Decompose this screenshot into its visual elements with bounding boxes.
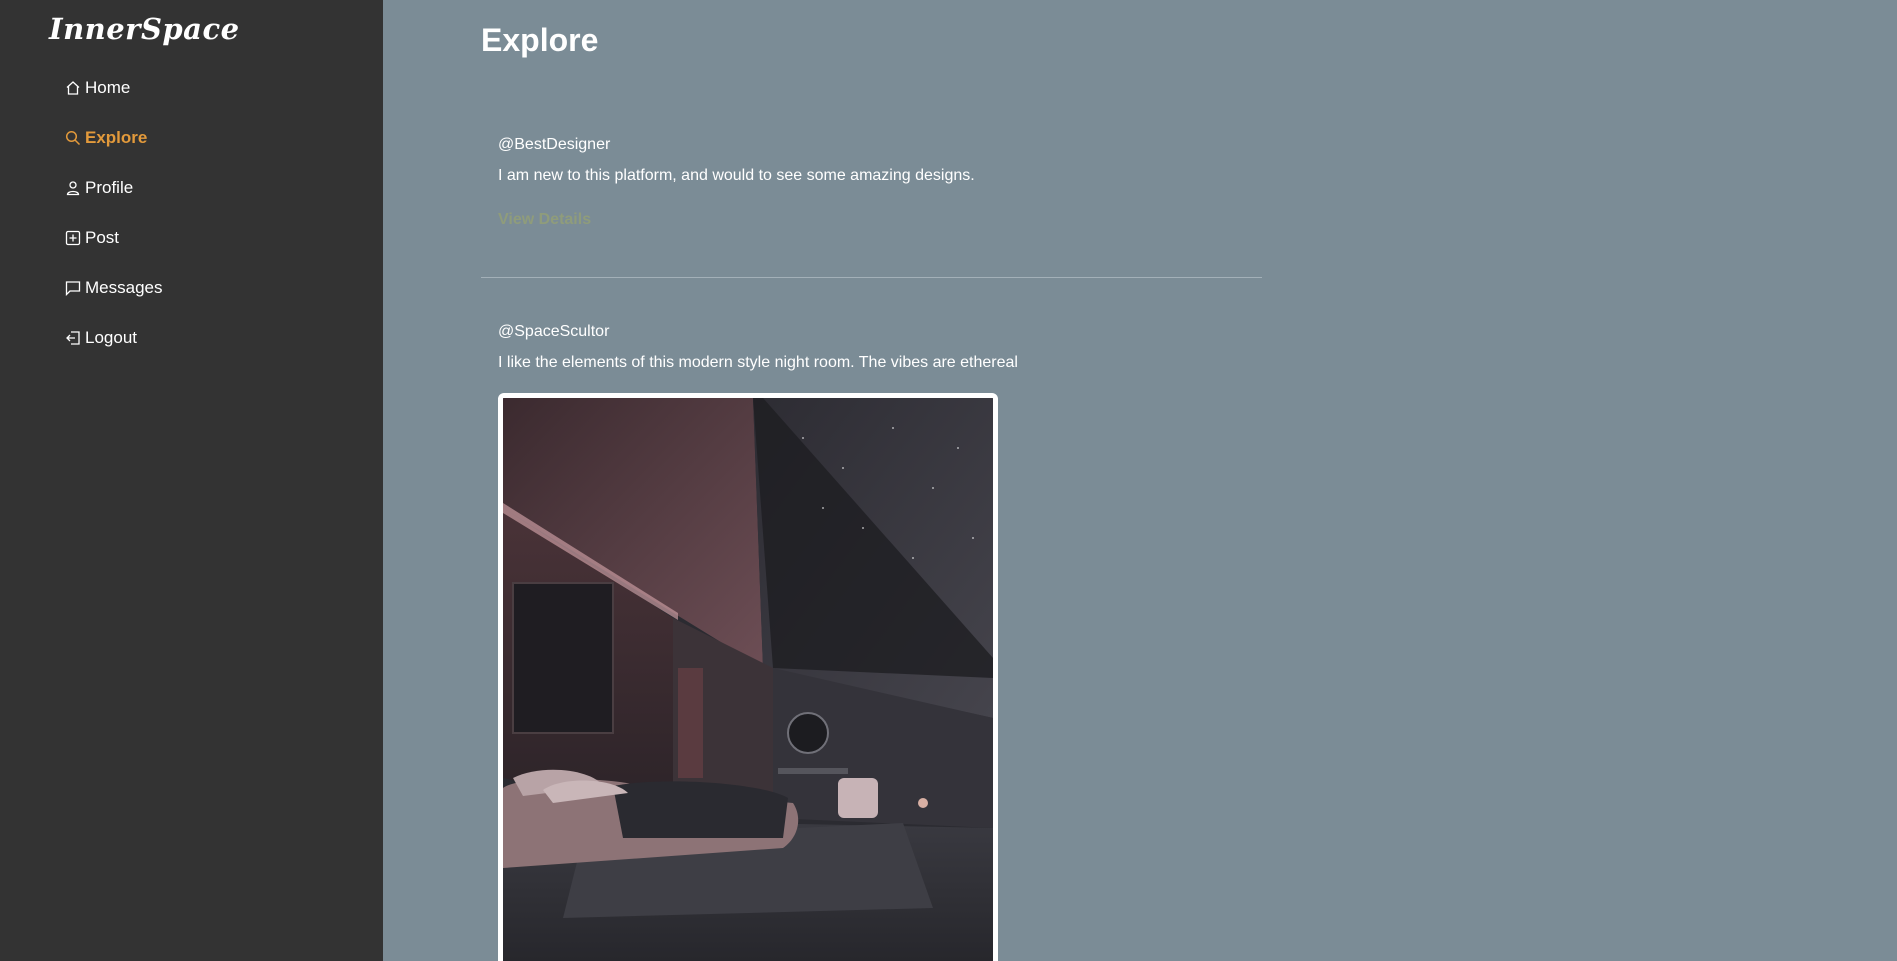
sidebar-item-label: Post xyxy=(85,228,120,247)
post-image[interactable] xyxy=(498,393,998,961)
sidebar-item-messages[interactable]: Messages xyxy=(63,274,162,302)
sidebar-item-logout[interactable]: Logout xyxy=(63,324,162,352)
sidebar-item-post[interactable]: Post xyxy=(63,224,162,252)
bedroom-image xyxy=(503,398,993,961)
sidebar-item-label: Profile xyxy=(85,178,134,197)
post-username[interactable]: @BestDesigner xyxy=(498,136,975,154)
sidebar-item-label: Explore xyxy=(85,128,148,147)
sidebar-item-label: Messages xyxy=(85,278,163,297)
post-card: @SpaceScultor I like the elements of thi… xyxy=(498,323,1018,372)
home-icon xyxy=(63,79,82,98)
post-text: I am new to this platform, and would to … xyxy=(498,167,975,184)
view-details-link[interactable]: View Details xyxy=(498,211,591,229)
sidebar-item-explore[interactable]: Explore xyxy=(63,124,162,152)
post-username[interactable]: @SpaceScultor xyxy=(498,323,1018,341)
sidebar: InnerSpace Home Explore Profile Post Mes… xyxy=(0,0,383,961)
search-icon xyxy=(63,129,82,148)
post-divider xyxy=(481,277,1262,278)
user-icon xyxy=(63,179,82,198)
sidebar-item-home[interactable]: Home xyxy=(63,74,162,102)
post-text: I like the elements of this modern style… xyxy=(498,354,1018,371)
app-logo[interactable]: InnerSpace xyxy=(49,12,240,46)
page-title: Explore xyxy=(481,22,599,58)
message-icon xyxy=(63,279,82,298)
logout-icon xyxy=(63,329,82,348)
sidebar-item-label: Logout xyxy=(85,328,137,347)
sidebar-item-profile[interactable]: Profile xyxy=(63,174,162,202)
sidebar-item-label: Home xyxy=(85,78,131,97)
main-content: Explore @BestDesigner I am new to this p… xyxy=(383,0,1897,961)
plus-square-icon xyxy=(63,229,82,248)
sidebar-nav: Home Explore Profile Post Messages Logou… xyxy=(63,74,162,374)
post-card: @BestDesigner I am new to this platform,… xyxy=(498,136,975,229)
